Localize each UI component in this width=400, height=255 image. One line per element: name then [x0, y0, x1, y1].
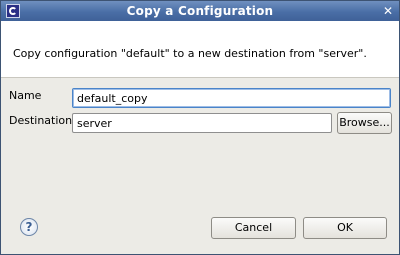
copy-configuration-dialog: Copy a Configuration ✕ Copy configuratio…: [0, 0, 400, 255]
close-icon[interactable]: ✕: [381, 4, 395, 18]
ok-button[interactable]: OK: [303, 217, 387, 239]
browse-button[interactable]: Browse...: [337, 112, 392, 134]
message-banner: Copy configuration "default" to a new de…: [1, 21, 399, 78]
name-input[interactable]: [72, 88, 391, 108]
destination-input[interactable]: [72, 113, 332, 133]
cancel-button[interactable]: Cancel: [211, 217, 296, 239]
dialog-title: Copy a Configuration: [126, 4, 274, 18]
banner-message: Copy configuration "default" to a new de…: [13, 47, 367, 60]
title-bar[interactable]: Copy a Configuration ✕: [1, 1, 399, 21]
destination-label: Destination: [9, 114, 73, 127]
name-label: Name: [9, 89, 42, 102]
help-icon[interactable]: ?: [20, 218, 38, 236]
